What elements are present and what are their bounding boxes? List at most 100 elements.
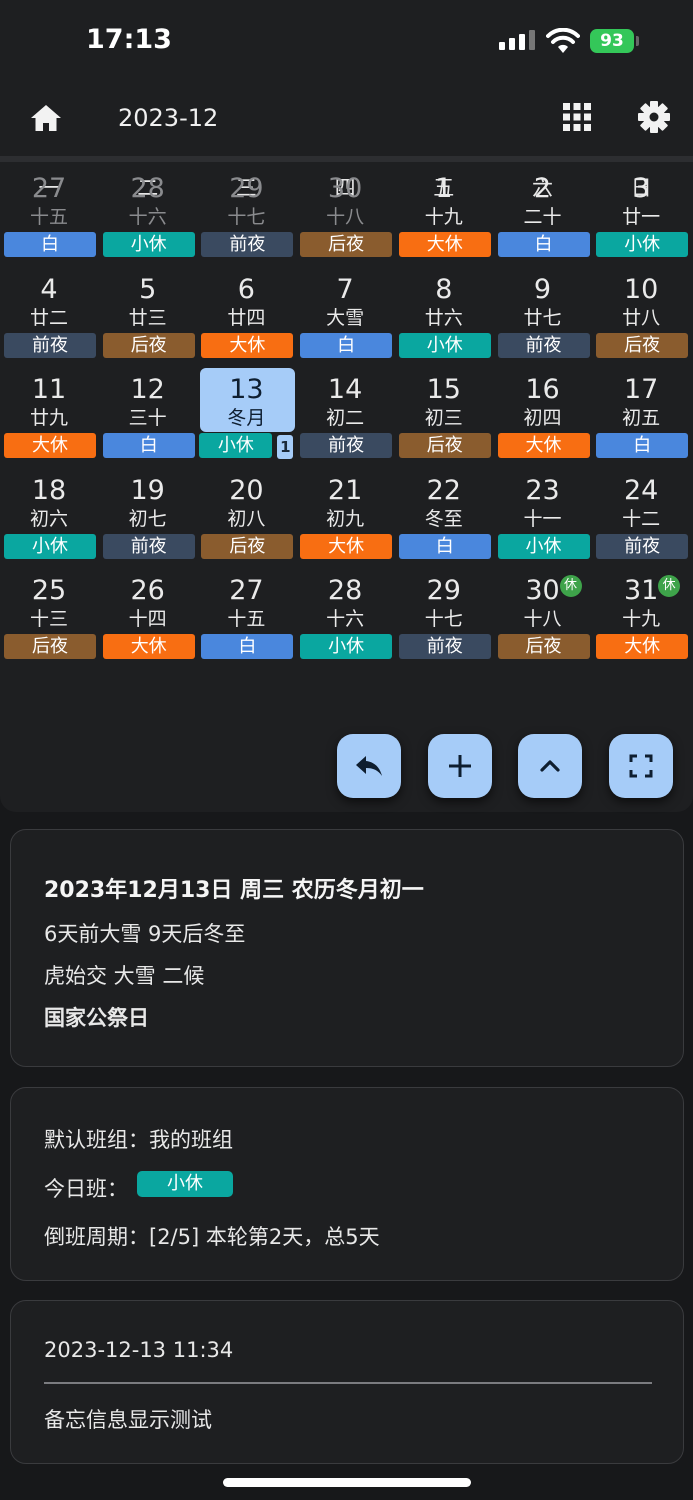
lunar-date: 十四 bbox=[128, 608, 167, 630]
lunar-date: 十七 bbox=[424, 608, 463, 630]
shift-group: 默认班组：我的班组 bbox=[44, 1128, 233, 1152]
calendar-day-cell[interactable]: 28 十六 小休 bbox=[296, 520, 394, 659]
solar-term-info: 6天前大雪 9天后冬至 bbox=[44, 922, 246, 946]
shift-badge: 小休 bbox=[300, 634, 393, 659]
calendar-day-cell[interactable]: 8 廿六 小休 bbox=[395, 219, 493, 358]
wifi-icon bbox=[546, 28, 580, 53]
calendar-day-cell[interactable]: 29 十七 前夜 bbox=[395, 520, 493, 659]
day-number: 27 bbox=[31, 173, 67, 204]
calendar-day-cell[interactable]: 24 十二 前夜 bbox=[592, 420, 690, 559]
day-number: 23 bbox=[525, 474, 560, 506]
calendar-day-cell[interactable]: 27 十五白 bbox=[197, 520, 295, 659]
calendar-day-cell[interactable]: 16 初四 大休 bbox=[494, 319, 592, 458]
phenology-info: 虎始交 大雪 二候 bbox=[44, 964, 205, 988]
calendar-day-cell[interactable]: 11 廿九 大休 bbox=[0, 319, 98, 458]
day-number: 15 bbox=[426, 374, 461, 405]
day-number: 12 bbox=[130, 374, 165, 405]
back-to-today-button[interactable] bbox=[337, 734, 401, 798]
day-number: 10 bbox=[624, 273, 659, 305]
today-shift-badge: 小休 bbox=[137, 1171, 233, 1197]
cellular-signal-icon bbox=[499, 30, 535, 50]
calendar-day-cell[interactable]: 20 初八 后夜 bbox=[197, 420, 295, 559]
home-indicator bbox=[223, 1478, 471, 1487]
calendar-day-cell[interactable]: 12 三十白 bbox=[99, 319, 197, 458]
day-number: 26 bbox=[130, 575, 165, 606]
memo-divider bbox=[44, 1382, 652, 1384]
chevron-up-icon bbox=[540, 760, 560, 772]
shift-badge: 后夜 bbox=[497, 634, 590, 659]
calendar-day-cell[interactable]: 10 廿八 后夜 bbox=[592, 219, 690, 358]
calendar-day-cell[interactable]: 18 初六 小休 bbox=[0, 420, 98, 559]
lunar-date: 十九 bbox=[622, 608, 661, 630]
day-number: 27 bbox=[229, 575, 264, 606]
collapse-button[interactable] bbox=[518, 734, 582, 798]
calendar-day-cell[interactable]: 13 冬月 小休 bbox=[197, 319, 295, 458]
calendar-day-cell[interactable]: 15 初三 后夜 bbox=[395, 319, 493, 458]
memo-card[interactable]: 2023-12-13 11:34 备忘信息显示测试 bbox=[10, 1300, 684, 1464]
day-number: 19 bbox=[130, 474, 165, 506]
shift-badge: 后夜 bbox=[4, 634, 96, 659]
calendar-day-cell[interactable]: 17 初五白 bbox=[592, 319, 690, 458]
shift-info-card[interactable]: 默认班组：我的班组 今日班： 小休 倒班周期：[2/5] 本轮第2天，总5天 bbox=[10, 1087, 684, 1281]
calendar-day-cell[interactable]: 26 十四大休 bbox=[99, 520, 197, 659]
fullscreen-button[interactable] bbox=[609, 734, 673, 798]
calendar-day-cell[interactable]: 2 二十白 bbox=[494, 118, 592, 257]
day-number: 3 bbox=[632, 173, 650, 204]
calendar-day-cell[interactable]: 9 廿七 前夜 bbox=[494, 219, 592, 358]
memo-text: 备忘信息显示测试 bbox=[44, 1408, 212, 1432]
calendar-day-cell[interactable]: 22 冬至白 bbox=[395, 420, 493, 559]
month-calendar: 1 一二三四五六日 27 十五白 28 十六 小休 29 十七 前夜 30 十八 后夜 1 十九 大休 2 二十… bbox=[0, 162, 693, 812]
calendar-day-cell[interactable]: 28 十六 小休 bbox=[99, 118, 197, 257]
shift-cycle: 倒班周期：[2/5] 本轮第2天，总5天 bbox=[44, 1225, 380, 1249]
calendar-day-cell[interactable]: 30 十八 后夜 bbox=[296, 118, 394, 257]
calendar-day-cell[interactable]: 29 十七 前夜 bbox=[197, 118, 295, 257]
calendar-day-cell[interactable]: 27 十五白 bbox=[0, 118, 98, 257]
day-detail-title: 2023年12月13日 周三 农历冬月初一 bbox=[44, 878, 424, 903]
status-bar: 17:13 93 bbox=[0, 0, 693, 82]
day-number: 4 bbox=[40, 273, 58, 305]
day-number: 20 bbox=[229, 474, 264, 506]
day-number: 5 bbox=[139, 273, 157, 305]
lunar-date: 十八 bbox=[523, 608, 562, 630]
shift-badge: 白 bbox=[201, 634, 294, 659]
holiday-badge: 休 bbox=[559, 575, 582, 597]
day-number: 28 bbox=[327, 575, 363, 606]
day-number: 8 bbox=[435, 273, 453, 305]
day-number: 7 bbox=[336, 273, 354, 305]
calendar-day-cell[interactable]: 14 初二 前夜 bbox=[296, 319, 394, 458]
calendar-day-cell[interactable]: 3 廿一 小休 bbox=[592, 118, 690, 257]
calendar-day-cell[interactable]: 25 十三后夜 bbox=[0, 520, 98, 659]
calendar-day-cell[interactable]: 5 廿三 后夜 bbox=[99, 219, 197, 358]
memo-timestamp: 2023-12-13 11:34 bbox=[44, 1338, 234, 1362]
day-number: 14 bbox=[327, 374, 363, 405]
today-shift-label: 今日班： bbox=[44, 1177, 128, 1201]
plus-icon bbox=[449, 755, 471, 777]
calendar-day-cell[interactable]: 4 廿二 前夜 bbox=[0, 219, 98, 358]
calendar-day-cell[interactable]: 6 廿四 大休 bbox=[197, 219, 295, 358]
day-number: 11 bbox=[31, 374, 67, 405]
shift-badge: 大休 bbox=[102, 634, 195, 659]
calendar-day-cell[interactable]: 19 初七 前夜 bbox=[99, 420, 197, 559]
day-number: 6 bbox=[237, 273, 255, 305]
day-number: 2 bbox=[533, 173, 552, 204]
add-memo-button[interactable] bbox=[428, 734, 492, 798]
day-number: 1 bbox=[435, 173, 453, 204]
calendar-day-cell[interactable]: 1 十九 大休 bbox=[395, 118, 493, 257]
calendar-day-cell[interactable]: 30 十八 后夜休 bbox=[494, 520, 592, 659]
fullscreen-icon bbox=[629, 754, 653, 778]
calendar-day-cell[interactable]: 31 十九 大休休 bbox=[592, 520, 690, 659]
day-detail-card: 2023年12月13日 周三 农历冬月初一 6天前大雪 9天后冬至 虎始交 大雪… bbox=[10, 829, 684, 1067]
day-number: 18 bbox=[31, 474, 67, 506]
day-number: 25 bbox=[31, 575, 67, 606]
day-number: 24 bbox=[624, 474, 659, 506]
lunar-date: 十三 bbox=[29, 608, 68, 630]
day-number: 16 bbox=[525, 374, 560, 405]
day-number: 28 bbox=[130, 173, 165, 204]
undo-icon bbox=[356, 756, 382, 776]
day-number: 29 bbox=[426, 575, 461, 606]
calendar-day-cell[interactable]: 7 大雪白 bbox=[296, 219, 394, 358]
day-number: 30 bbox=[327, 173, 363, 204]
battery-indicator: 93 bbox=[590, 29, 634, 53]
calendar-day-cell[interactable]: 21 初九 大休 bbox=[296, 420, 394, 559]
calendar-day-cell[interactable]: 23 十一 小休 bbox=[494, 420, 592, 559]
